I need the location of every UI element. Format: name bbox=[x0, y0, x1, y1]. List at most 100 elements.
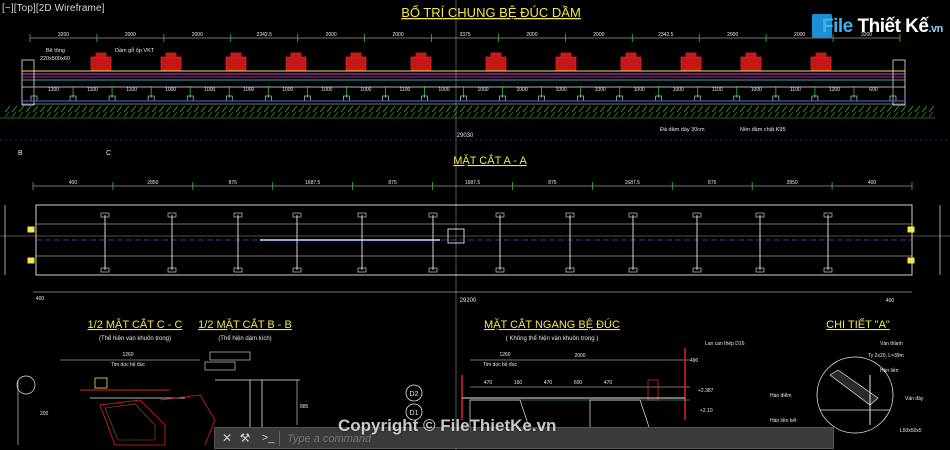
ground-hatch bbox=[704, 111, 710, 118]
title-cross-section: MẶT CẮT NGANG BỆ ĐÚC bbox=[484, 318, 620, 331]
red-formwork-block bbox=[345, 56, 367, 71]
ground-hatch bbox=[592, 105, 599, 113]
ground-hatch bbox=[25, 111, 31, 118]
cross-dim-label: 470 bbox=[604, 380, 613, 386]
ground-hatch bbox=[690, 105, 697, 113]
ground-hatch bbox=[116, 105, 123, 113]
aa-dim-label: 875 bbox=[548, 180, 557, 186]
ground-hatch bbox=[851, 111, 857, 118]
ground-hatch bbox=[585, 105, 592, 113]
detail-label: Ván đáy bbox=[905, 396, 924, 402]
ground-hatch bbox=[158, 105, 165, 113]
ground-hatch bbox=[599, 105, 606, 113]
ground-hatch bbox=[487, 111, 493, 118]
ground-hatch bbox=[613, 111, 619, 118]
title-half-cc: 1/2 MẶT CẮT C - C bbox=[88, 318, 183, 331]
ground-hatch bbox=[95, 111, 101, 118]
ground-hatch bbox=[375, 111, 381, 118]
ground-hatch bbox=[333, 105, 340, 113]
ground-hatch bbox=[270, 111, 276, 118]
ground-hatch bbox=[774, 111, 780, 118]
cc-circle bbox=[16, 375, 36, 395]
aa-end-marker bbox=[27, 257, 35, 264]
red-formwork-cap bbox=[560, 52, 572, 59]
ground-hatch bbox=[578, 105, 585, 113]
red-formwork-cap bbox=[625, 52, 637, 59]
ground-hatch bbox=[774, 105, 781, 113]
viewport-controls-label[interactable]: [−][Top][2D Wireframe] bbox=[2, 3, 105, 14]
ground-hatch bbox=[382, 105, 389, 113]
ground-hatch bbox=[816, 105, 823, 113]
ground-hatch bbox=[907, 105, 914, 113]
bottom-dim-label: 1000 bbox=[438, 87, 449, 93]
drawing-canvas[interactable]: BỐ TRÍ CHUNG BỆ ĐÚC DẦM MẶT CẮT A - A 1/2 … bbox=[0, 0, 950, 450]
ground-hatch bbox=[466, 105, 473, 113]
ground-hatch bbox=[340, 111, 346, 118]
section-mark-c: C bbox=[106, 150, 111, 157]
beam-end-left bbox=[21, 59, 35, 106]
ground-hatch bbox=[690, 111, 696, 118]
ground-hatch bbox=[711, 111, 717, 118]
ground-hatch bbox=[795, 111, 801, 118]
ground-hatch bbox=[256, 105, 263, 113]
aa-total-length: 29200 bbox=[460, 298, 477, 304]
ground-hatch bbox=[872, 105, 879, 113]
ground-hatch bbox=[130, 105, 137, 113]
ground-hatch bbox=[46, 105, 53, 113]
detail-label: Ty 2x20, L=39m bbox=[868, 353, 904, 359]
ground-hatch bbox=[193, 105, 200, 113]
cross-label-elev1: +2.387 bbox=[698, 388, 714, 394]
top-dim-label: 2000 bbox=[192, 32, 203, 38]
ground-hatch bbox=[32, 111, 38, 118]
ground-hatch bbox=[235, 111, 241, 118]
top-dim-label: 2000 bbox=[326, 32, 337, 38]
close-icon[interactable]: ✕ bbox=[219, 430, 235, 446]
bb-red-shape bbox=[159, 394, 216, 446]
ground-hatch bbox=[60, 105, 67, 113]
ground-hatch bbox=[704, 105, 711, 113]
aa-bottom-dim: 400 bbox=[886, 298, 895, 304]
ground-hatch bbox=[88, 111, 94, 118]
ground-hatch bbox=[312, 111, 318, 118]
ground-hatch bbox=[228, 105, 235, 113]
cross-label-lancan: Lan can thép D16 bbox=[705, 341, 745, 347]
ground-hatch bbox=[466, 111, 472, 118]
ground-hatch bbox=[102, 105, 109, 113]
ground-hatch bbox=[564, 105, 571, 113]
ground-hatch bbox=[417, 105, 424, 113]
ground-hatch bbox=[858, 105, 865, 113]
ground-hatch bbox=[655, 105, 662, 113]
ground-hatch bbox=[571, 105, 578, 113]
ground-hatch bbox=[816, 111, 822, 118]
ground-hatch bbox=[627, 105, 634, 113]
ground-hatch bbox=[613, 105, 620, 113]
ground-hatch bbox=[851, 105, 858, 113]
site-logo: File Thiết Kế.vn bbox=[812, 8, 946, 44]
cross-dim-label: 470 bbox=[544, 380, 553, 386]
ground-hatch bbox=[578, 111, 584, 118]
ground-hatch bbox=[739, 105, 746, 113]
ground-hatch bbox=[60, 111, 66, 118]
detail-label: Hàn liền bbox=[880, 368, 899, 374]
ground-hatch bbox=[459, 105, 466, 113]
detail-label: Hàn liền kết bbox=[770, 418, 797, 424]
ground-hatch bbox=[515, 111, 521, 118]
bottom-dim-label: 1000 bbox=[595, 87, 606, 93]
ground-hatch bbox=[683, 111, 689, 118]
customize-icon[interactable]: ⚒ bbox=[237, 430, 253, 446]
ground-hatch bbox=[508, 105, 515, 113]
ground-hatch bbox=[767, 111, 773, 118]
ground-hatch bbox=[837, 111, 843, 118]
ground-hatch bbox=[592, 111, 598, 118]
ground-hatch bbox=[529, 105, 536, 113]
cad-viewport[interactable]: BỐ TRÍ CHUNG BỆ ĐÚC DẦM MẶT CẮT A - A 1/2 … bbox=[0, 0, 950, 450]
aa-dim-label: 875 bbox=[388, 180, 397, 186]
ground-hatch bbox=[382, 111, 388, 118]
aa-dim-label: 1687.5 bbox=[625, 180, 641, 186]
red-formwork-block bbox=[680, 56, 702, 71]
ground-hatch bbox=[228, 111, 234, 118]
red-formwork-block bbox=[160, 56, 182, 71]
logo-brand-right: Thiết Kế bbox=[857, 16, 929, 37]
ground-hatch bbox=[641, 105, 648, 113]
ground-hatch bbox=[207, 105, 214, 113]
